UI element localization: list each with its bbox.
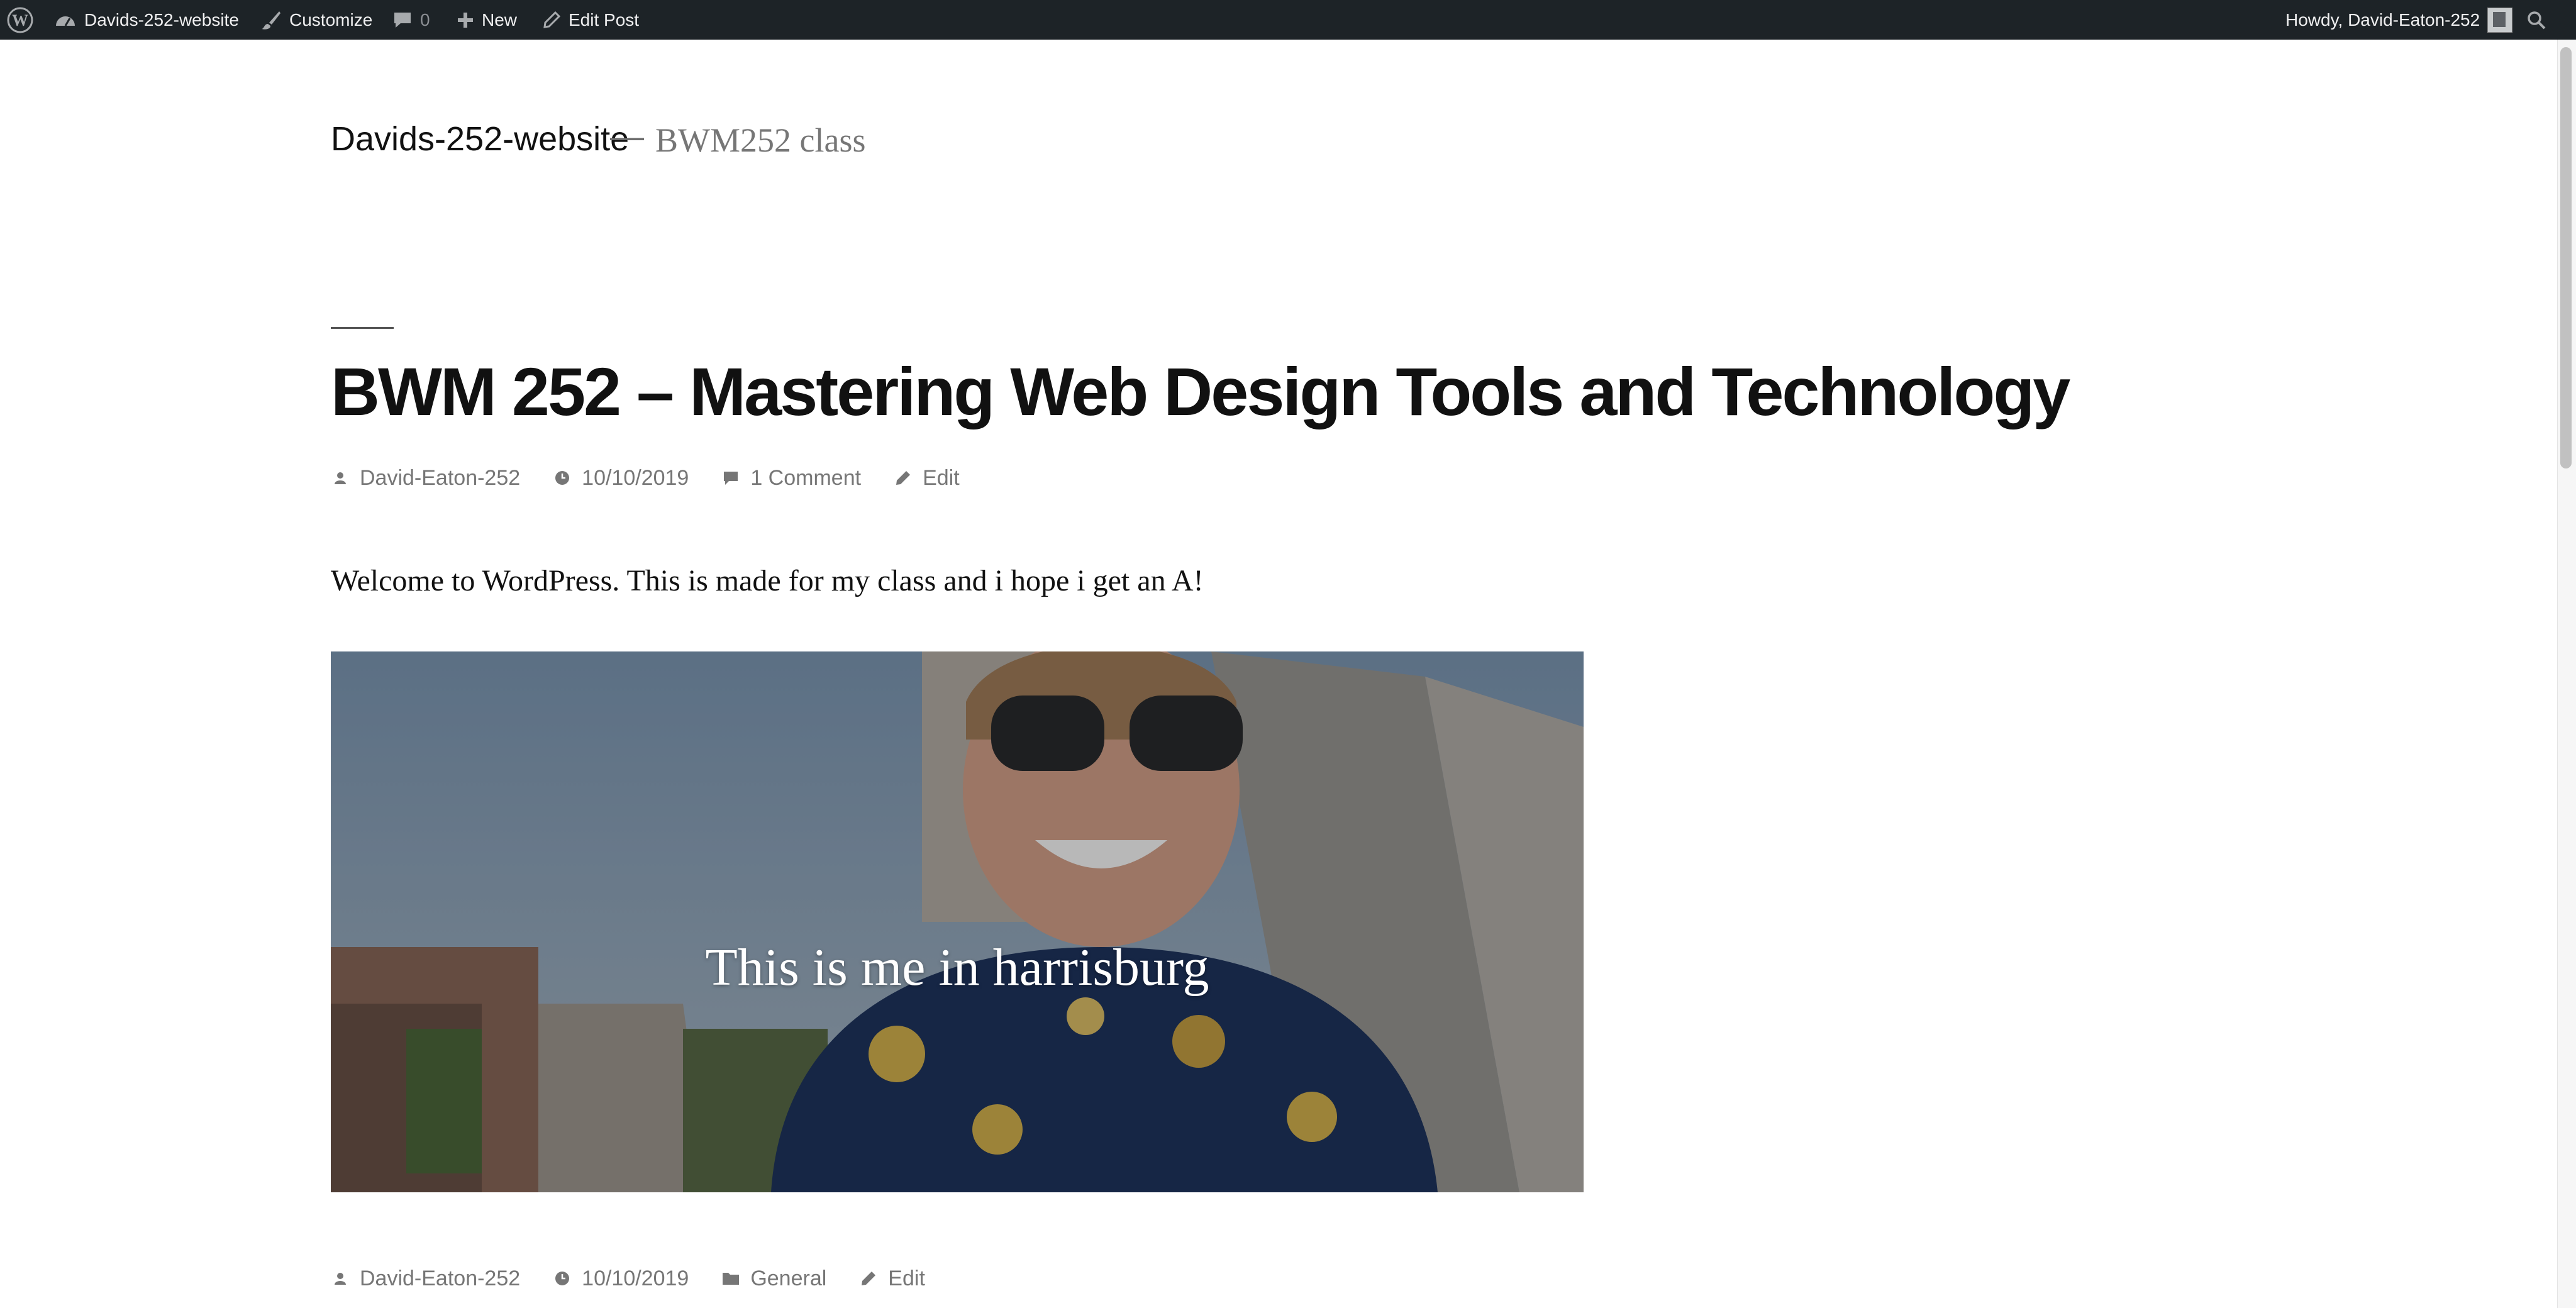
search-icon <box>2528 11 2546 29</box>
wordpress-logo-icon: W <box>7 7 33 33</box>
customize-link[interactable]: Customize <box>260 0 372 40</box>
new-label[interactable]: New <box>482 10 517 30</box>
edit-post-link[interactable]: Edit Post <box>542 0 639 40</box>
paintbrush-icon <box>262 11 280 30</box>
wordpress-logo-menu[interactable]: W <box>6 0 34 40</box>
title-divider <box>331 327 394 329</box>
admin-bar: W Davids-252-website Customize 0 New Edi… <box>0 0 2576 40</box>
comments-link[interactable]: 0 <box>392 0 430 40</box>
edit-pencil-icon <box>859 1269 878 1288</box>
post-author-link[interactable]: David-Eaton-252 <box>360 466 520 490</box>
folder-icon <box>721 1269 740 1288</box>
post-comments-link[interactable]: 1 Comment <box>750 466 861 490</box>
admin-search-button[interactable] <box>2526 0 2547 40</box>
cover-block-image: This is me in harrisburg <box>331 651 1584 1192</box>
my-account-menu[interactable]: Howdy, David-Eaton-252 <box>2285 0 2513 40</box>
author-icon <box>331 1269 350 1288</box>
post-meta-top: David-Eaton-252 10/10/2019 1 Comment Edi… <box>331 464 992 492</box>
comments-count[interactable]: 0 <box>420 10 430 30</box>
pencil-icon <box>543 11 561 28</box>
new-content-menu[interactable]: New <box>457 0 517 40</box>
howdy-label[interactable]: Howdy, David-Eaton-252 <box>2285 10 2480 30</box>
post-edit-link[interactable]: Edit <box>923 466 960 490</box>
post-author-link[interactable]: David-Eaton-252 <box>360 1266 520 1291</box>
customize-label[interactable]: Customize <box>289 10 372 30</box>
edit-post-label[interactable]: Edit Post <box>569 10 639 30</box>
clock-icon <box>553 468 572 487</box>
clock-icon <box>553 1269 572 1288</box>
cover-caption: This is me in harrisburg <box>705 938 1209 997</box>
site-name-menu[interactable]: Davids-252-website <box>54 0 239 40</box>
post-meta-bottom: David-Eaton-252 10/10/2019 General Edit <box>331 1265 958 1292</box>
avatar[interactable] <box>2487 7 2513 33</box>
page-scrollbar-thumb[interactable] <box>2560 47 2572 468</box>
post-date-link[interactable]: 10/10/2019 <box>582 466 689 490</box>
post-edit-link[interactable]: Edit <box>888 1266 925 1291</box>
plus-icon <box>458 12 473 28</box>
post-title: BWM 252 – Mastering Web Design Tools and… <box>331 353 2070 430</box>
post-date-link[interactable]: 10/10/2019 <box>582 1266 689 1291</box>
site-name-label[interactable]: Davids-252-website <box>84 10 239 30</box>
edit-pencil-icon <box>894 468 913 487</box>
comment-icon <box>721 468 740 487</box>
post-category-link[interactable]: General <box>750 1266 826 1291</box>
author-icon <box>331 468 350 487</box>
site-description: BWM252 class <box>655 121 866 159</box>
cover-photo <box>331 651 1584 1192</box>
site-title-separator: — <box>610 118 644 155</box>
svg-text:W: W <box>12 11 28 30</box>
dashboard-icon <box>56 16 75 26</box>
site-title-link[interactable]: Davids-252-website <box>331 119 629 158</box>
post-body-paragraph: Welcome to WordPress. This is made for m… <box>331 564 1204 597</box>
comment-bubble-icon <box>394 12 411 28</box>
